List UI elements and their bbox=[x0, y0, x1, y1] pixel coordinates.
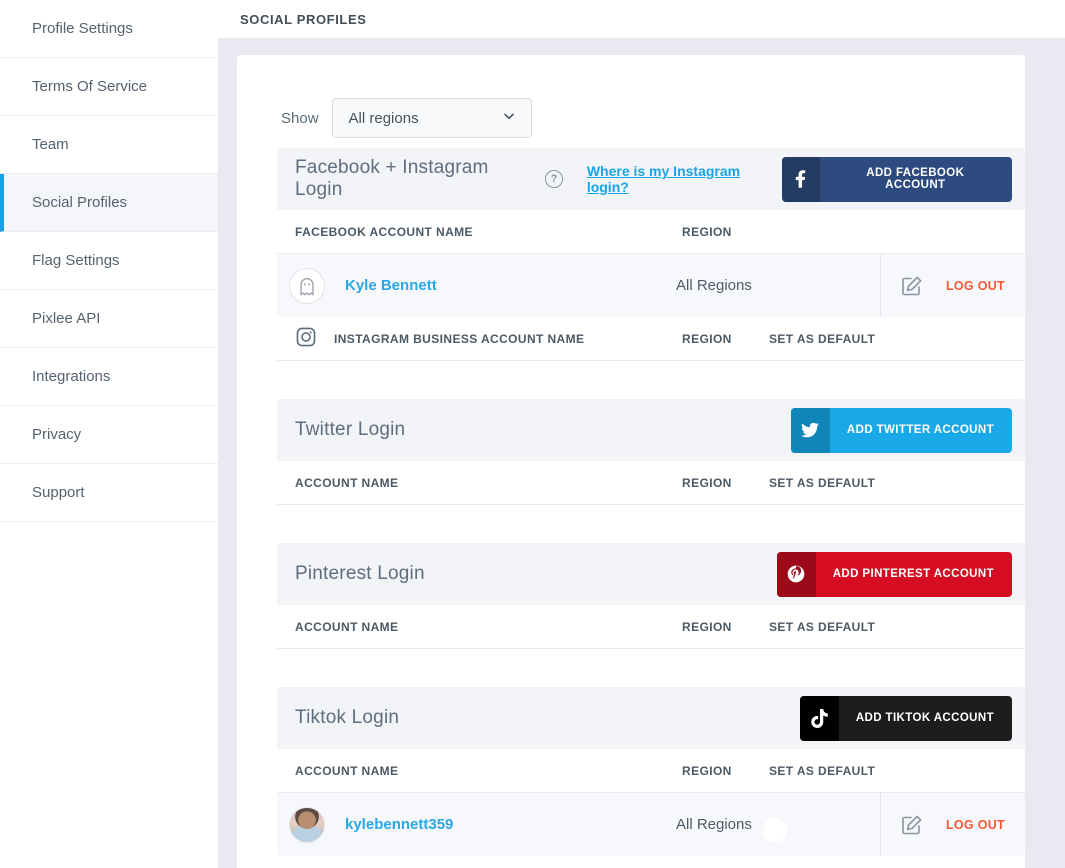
sidebar-item-label: Integrations bbox=[32, 368, 111, 385]
instagram-icon bbox=[295, 326, 317, 351]
tiktok-section-header: Tiktok Login ADD TIKTOK ACCOUNT bbox=[277, 687, 1025, 749]
instagram-column-label: INSTAGRAM BUSINESS ACCOUNT NAME bbox=[334, 331, 585, 346]
region-filter-select[interactable]: All regions bbox=[331, 98, 532, 138]
sidebar-item-label: Flag Settings bbox=[32, 252, 120, 269]
default-cell bbox=[763, 816, 880, 842]
profile-photo-avatar bbox=[289, 806, 325, 843]
column-account-name: ACCOUNT NAME bbox=[295, 763, 399, 778]
facebook-icon bbox=[781, 156, 820, 202]
add-pinterest-account-button[interactable]: ADD PINTEREST ACCOUNT bbox=[776, 551, 1012, 597]
sidebar-item-terms-of-service[interactable]: Terms Of Service bbox=[0, 58, 218, 116]
toggle-knob bbox=[763, 817, 787, 842]
social-profiles-card: Show All regions Facebook + Instagram Lo… bbox=[237, 55, 1025, 868]
column-region: REGION bbox=[682, 224, 732, 239]
column-region: REGION bbox=[682, 619, 732, 634]
tiktok-row-actions: LOG OUT bbox=[880, 793, 1019, 856]
column-facebook-account-name: FACEBOOK ACCOUNT NAME bbox=[295, 224, 473, 239]
column-account-name: ACCOUNT NAME bbox=[295, 475, 399, 490]
content-area: Show All regions Facebook + Instagram Lo… bbox=[218, 38, 1065, 868]
column-set-as-default: SET AS DEFAULT bbox=[769, 331, 876, 346]
pinterest-section-header: Pinterest Login ADD PINTEREST ACCOUNT bbox=[277, 543, 1025, 605]
facebook-section-header: Facebook + Instagram Login Where is my I… bbox=[277, 148, 1025, 210]
sidebar-item-flag-settings[interactable]: Flag Settings bbox=[0, 232, 218, 290]
column-region: REGION bbox=[682, 331, 732, 346]
add-twitter-account-button[interactable]: ADD TWITTER ACCOUNT bbox=[790, 407, 1012, 453]
logout-button[interactable]: LOG OUT bbox=[946, 279, 1005, 293]
pinterest-table-header: ACCOUNT NAME REGION SET AS DEFAULT bbox=[277, 605, 1025, 649]
add-facebook-account-button[interactable]: ADD FACEBOOK ACCOUNT bbox=[781, 156, 1012, 202]
region-filter-value: All regions bbox=[348, 109, 419, 127]
edit-account-button[interactable] bbox=[900, 274, 924, 298]
tiktok-account-link[interactable]: kylebennett359 bbox=[345, 816, 453, 833]
add-twitter-account-label: ADD TWITTER ACCOUNT bbox=[846, 424, 994, 436]
tiktok-icon bbox=[799, 695, 839, 741]
tiktok-section: Tiktok Login ADD TIKTOK ACCOUNT ACCOUNT … bbox=[277, 687, 1025, 856]
facebook-instagram-section: Facebook + Instagram Login Where is my I… bbox=[277, 148, 1025, 361]
sidebar-item-label: Profile Settings bbox=[32, 20, 133, 37]
column-account-name: ACCOUNT NAME bbox=[295, 619, 399, 634]
logout-button[interactable]: LOG OUT bbox=[946, 818, 1005, 832]
sidebar-item-pixlee-api[interactable]: Pixlee API bbox=[0, 290, 218, 348]
twitter-section-title: Twitter Login bbox=[295, 419, 406, 440]
sidebar-item-social-profiles[interactable]: Social Profiles bbox=[0, 174, 218, 232]
sidebar-item-integrations[interactable]: Integrations bbox=[0, 348, 218, 406]
pinterest-section: Pinterest Login ADD PINTEREST ACCOUNT AC… bbox=[277, 543, 1025, 649]
ghost-avatar-icon bbox=[289, 267, 325, 304]
sidebar-item-support[interactable]: Support bbox=[0, 464, 218, 522]
add-pinterest-account-label: ADD PINTEREST ACCOUNT bbox=[832, 568, 994, 580]
help-icon[interactable] bbox=[545, 170, 563, 188]
chevron-down-icon bbox=[501, 108, 517, 129]
sidebar-item-profile-settings[interactable]: Profile Settings bbox=[0, 0, 218, 58]
instagram-login-help-link[interactable]: Where is my Instagram login? bbox=[587, 163, 782, 195]
tiktok-account-row: kylebennett359 All Regions LOG OUT bbox=[277, 793, 1025, 856]
sidebar-item-privacy[interactable]: Privacy bbox=[0, 406, 218, 464]
page-header: SOCIAL PROFILES bbox=[218, 0, 1065, 38]
column-set-as-default: SET AS DEFAULT bbox=[769, 763, 876, 778]
add-facebook-account-label: ADD FACEBOOK ACCOUNT bbox=[866, 167, 965, 191]
page-title: SOCIAL PROFILES bbox=[240, 11, 367, 27]
sidebar-item-label: Social Profiles bbox=[32, 194, 128, 211]
tiktok-section-title: Tiktok Login bbox=[295, 707, 400, 728]
add-tiktok-account-button[interactable]: ADD TIKTOK ACCOUNT bbox=[799, 695, 1012, 741]
sidebar-item-label: Team bbox=[32, 136, 69, 153]
region-filter-row: Show All regions bbox=[281, 98, 1025, 138]
instagram-table-header: INSTAGRAM BUSINESS ACCOUNT NAME REGION S… bbox=[277, 317, 1025, 361]
sidebar-item-label: Terms Of Service bbox=[32, 78, 148, 95]
edit-account-button[interactable] bbox=[900, 813, 924, 837]
tiktok-account-name-cell: kylebennett359 bbox=[289, 806, 676, 843]
facebook-table-header: FACEBOOK ACCOUNT NAME REGION bbox=[277, 210, 1025, 254]
facebook-row-actions: LOG OUT bbox=[880, 254, 1019, 317]
facebook-section-title: Facebook + Instagram Login bbox=[295, 157, 489, 200]
twitter-icon bbox=[790, 407, 830, 453]
facebook-account-name-cell: Kyle Bennett bbox=[289, 267, 676, 304]
column-instagram-account-name: INSTAGRAM BUSINESS ACCOUNT NAME bbox=[295, 326, 682, 351]
facebook-account-row: Kyle Bennett All Regions LOG OUT bbox=[277, 254, 1025, 317]
pinterest-section-title: Pinterest Login bbox=[295, 563, 425, 584]
facebook-account-link[interactable]: Kyle Bennett bbox=[345, 277, 437, 294]
column-region: REGION bbox=[682, 763, 732, 778]
region-filter-label: Show bbox=[281, 109, 319, 127]
sidebar-item-team[interactable]: Team bbox=[0, 116, 218, 174]
column-region: REGION bbox=[682, 475, 732, 490]
twitter-section-header: Twitter Login ADD TWITTER ACCOUNT bbox=[277, 399, 1025, 461]
sidebar-item-label: Pixlee API bbox=[32, 310, 101, 327]
tiktok-table-header: ACCOUNT NAME REGION SET AS DEFAULT bbox=[277, 749, 1025, 793]
twitter-table-header: ACCOUNT NAME REGION SET AS DEFAULT bbox=[277, 461, 1025, 505]
column-set-as-default: SET AS DEFAULT bbox=[769, 475, 876, 490]
facebook-account-region: All Regions bbox=[676, 277, 752, 294]
twitter-section: Twitter Login ADD TWITTER ACCOUNT ACCOUN… bbox=[277, 399, 1025, 505]
tiktok-account-region: All Regions bbox=[676, 816, 752, 833]
add-tiktok-account-label: ADD TIKTOK ACCOUNT bbox=[855, 712, 994, 724]
column-set-as-default: SET AS DEFAULT bbox=[769, 619, 876, 634]
pinterest-icon bbox=[776, 551, 816, 597]
sidebar-item-label: Support bbox=[32, 484, 85, 501]
sidebar-item-label: Privacy bbox=[32, 426, 82, 443]
settings-sidebar: Profile Settings Terms Of Service Team S… bbox=[0, 0, 218, 868]
